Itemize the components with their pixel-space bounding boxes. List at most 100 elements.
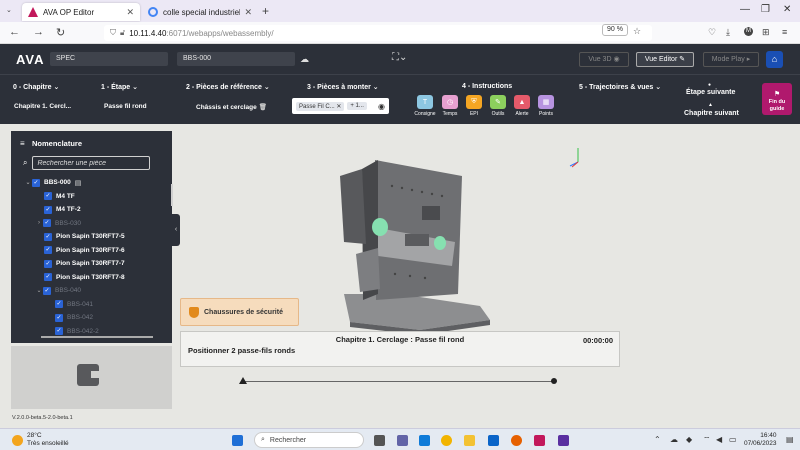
teams-icon[interactable]	[397, 435, 408, 446]
tree-item[interactable]: › ✓ BBS-030	[11, 217, 163, 231]
timeline-track[interactable]	[243, 381, 555, 382]
battery-icon[interactable]: ▭	[729, 435, 737, 444]
tree-item[interactable]: ✓ Pion Sapin T30RFT7-7	[11, 257, 163, 271]
safety-epi-badge[interactable]: Chaussures de sécurité	[180, 298, 299, 326]
instruction-points-button[interactable]: ▦ Points	[533, 95, 559, 117]
tree-checkbox[interactable]: ✓	[43, 286, 51, 295]
tree-horizontal-scrollbar[interactable]	[41, 336, 153, 338]
tray-chevron-icon[interactable]: ⌃	[654, 435, 661, 444]
browser-tab-search[interactable]: colle special industriel – Rech ✕	[142, 3, 258, 21]
instruction-epi-button[interactable]: ⛨ EPI	[461, 95, 487, 117]
sun-icon[interactable]	[12, 435, 23, 446]
ava-app-icon[interactable]	[534, 435, 545, 446]
trajectories-dropdown[interactable]: 5 - Trajectoires & vues ⌄	[579, 83, 661, 91]
chapter-dropdown[interactable]: 0 - Chapitre ⌄	[13, 83, 59, 91]
notifications-icon[interactable]: ▤	[786, 435, 794, 444]
minimize-icon[interactable]: —	[740, 4, 750, 15]
firefox-icon[interactable]	[511, 435, 522, 446]
back-icon[interactable]: ←	[9, 26, 20, 38]
ref-parts-dropdown[interactable]: 2 - Pièces de référence ⌄	[186, 83, 270, 91]
close-tab-icon[interactable]: ✕	[126, 7, 134, 18]
close-window-icon[interactable]: ✕	[783, 4, 791, 15]
tree-item[interactable]: ✓ BBS-041	[11, 298, 163, 312]
collapse-panel-button[interactable]: ‹	[172, 214, 180, 246]
parts-to-mount-dropdown[interactable]: 3 - Pièces à monter ⌄	[307, 83, 379, 91]
taskbar-search[interactable]: ⌕ Rechercher	[254, 432, 364, 448]
tree-item[interactable]: ✓ BBS-042	[11, 311, 163, 325]
mode-play-button[interactable]: Mode Play ▸	[703, 52, 759, 67]
tree-item[interactable]: ✓ M4 TF	[11, 190, 163, 204]
tree-checkbox[interactable]: ✓	[44, 273, 52, 282]
tree-item[interactable]: ⌄ ✓ BBS-000 ▤	[11, 176, 163, 190]
outlook-icon[interactable]	[488, 435, 499, 446]
tree-checkbox[interactable]: ✓	[44, 192, 52, 201]
tree-checkbox[interactable]: ✓	[44, 246, 52, 255]
wifi-icon[interactable]: ⌔	[703, 435, 711, 445]
tree-checkbox[interactable]: ✓	[44, 259, 52, 268]
hamburger-icon[interactable]: ≡	[20, 139, 25, 148]
part-chip[interactable]: Passe Fil C... ✕	[296, 101, 345, 111]
maximize-icon[interactable]: ❐	[761, 4, 770, 15]
home-button[interactable]: ⌂	[766, 51, 783, 68]
bookmark-star-icon[interactable]: ☆	[633, 26, 641, 37]
more-parts-chip[interactable]: + 1...	[347, 102, 367, 110]
tree-item[interactable]: ✓ M4 TF-2	[11, 203, 163, 217]
tree-checkbox[interactable]: ✓	[32, 178, 40, 187]
menu-icon[interactable]: ≡	[782, 27, 787, 37]
assembly-field[interactable]: BBS-000	[177, 52, 295, 66]
task-view-icon[interactable]	[374, 435, 385, 446]
weather-widget[interactable]: 28°C Très ensoleillé	[27, 432, 69, 448]
extensions-icon[interactable]: ⊞	[762, 27, 770, 38]
tree-item[interactable]: ⌄ ✓ BBS-040	[11, 284, 163, 298]
forward-icon[interactable]: →	[33, 26, 44, 38]
zoom-level-badge[interactable]: 90 %	[602, 24, 628, 36]
vs-icon[interactable]	[558, 435, 569, 446]
tray-app-icon[interactable]: ◆	[686, 435, 692, 444]
speaker-icon[interactable]: ◀	[716, 435, 722, 444]
new-tab-icon[interactable]: +	[262, 4, 269, 18]
frame-select-icon[interactable]: ⛶⌄	[392, 52, 407, 63]
tree-checkbox[interactable]: ✓	[44, 205, 52, 214]
instruction-consigne-button[interactable]: T Consigne	[412, 95, 438, 117]
part-search-input[interactable]	[32, 156, 151, 170]
account-avatar-icon[interactable]: M	[744, 27, 753, 36]
cloud-icon[interactable]: ☁	[300, 54, 309, 65]
tree-item[interactable]: ✓ Pion Sapin T30RFT7-5	[11, 230, 163, 244]
cloud-tray-icon[interactable]: ☁	[670, 435, 678, 444]
windows-start-icon[interactable]	[232, 435, 243, 446]
reload-icon[interactable]: ↻	[56, 26, 65, 39]
chrome-icon[interactable]	[441, 435, 452, 446]
pocket-icon[interactable]: ♡	[708, 27, 716, 38]
url-bar[interactable]: ⛉ 🔓︎ 10.11.4.40 :6071/webapps/webassembl…	[104, 25, 652, 41]
instruction-temps-button[interactable]: ◷ Temps	[437, 95, 463, 117]
tree-item[interactable]: ✓ Pion Sapin T30RFT7-8	[11, 271, 163, 285]
tree-checkbox[interactable]: ✓	[55, 313, 63, 322]
vue-3d-button[interactable]: Vue 3D ◉	[579, 52, 629, 67]
tree-checkbox[interactable]: ✓	[55, 300, 63, 309]
parts-to-mount-select[interactable]: Passe Fil C... ✕ + 1... ◉	[292, 98, 389, 114]
project-field[interactable]: SPEC	[50, 52, 168, 66]
next-chapter-button[interactable]: Chapitre suivant	[684, 110, 739, 117]
close-tab-icon[interactable]: ✕	[244, 7, 252, 18]
file-explorer-icon[interactable]	[464, 435, 475, 446]
browser-tab-ava[interactable]: AVA OP Editor ✕	[22, 3, 140, 21]
trash-icon[interactable]: 🗑︎	[259, 104, 267, 111]
next-step-button[interactable]: Étape suivante	[686, 89, 735, 96]
instruction-alerte-button[interactable]: ▲ Alerte	[509, 95, 535, 117]
etape-dropdown[interactable]: 1 - Étape ⌄	[101, 83, 138, 91]
document-icon[interactable]: ▤	[75, 179, 82, 187]
tree-checkbox[interactable]: ✓	[43, 219, 51, 228]
tree-checkbox[interactable]: ✓	[55, 327, 63, 336]
edge-icon[interactable]	[419, 435, 430, 446]
tree-checkbox[interactable]: ✓	[44, 232, 52, 241]
tree-vertical-scrollbar[interactable]	[171, 184, 173, 206]
downloads-icon[interactable]: ⤓	[726, 27, 730, 38]
tab-list-icon[interactable]: ⌄	[6, 6, 12, 14]
chevron-right-icon[interactable]: ›	[35, 220, 43, 226]
system-clock[interactable]: 16:40 07/06/2023	[744, 432, 777, 448]
chevron-down-icon[interactable]: ⌄	[35, 287, 43, 294]
remove-chip-icon[interactable]: ✕	[336, 104, 341, 110]
instruction-outils-button[interactable]: ✎ Outils	[485, 95, 511, 117]
vue-editor-button[interactable]: Vue Editor ✎	[636, 52, 694, 67]
tree-item[interactable]: ✓ Pion Sapin T30RFT7-6	[11, 244, 163, 258]
